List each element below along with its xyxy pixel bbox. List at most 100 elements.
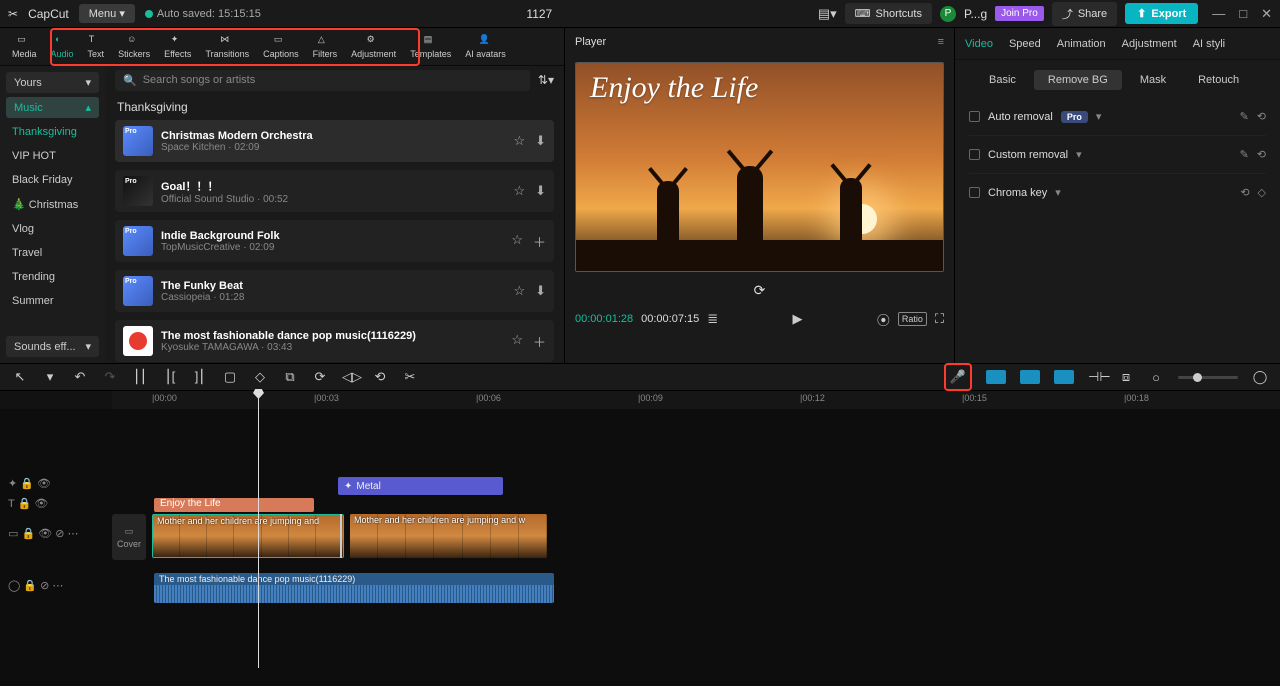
- sidebar-item[interactable]: Black Friday: [0, 168, 105, 192]
- clip-audio[interactable]: The most fashionable dance pop music(111…: [154, 573, 554, 603]
- download-icon[interactable]: ＋: [533, 232, 546, 251]
- sidebar-item[interactable]: Thanksgiving: [0, 120, 105, 144]
- clip-text[interactable]: Enjoy the Life: [154, 498, 314, 512]
- download-icon[interactable]: ＋: [533, 332, 546, 351]
- clip-split-handle[interactable]: [340, 514, 342, 558]
- playhead[interactable]: [258, 390, 259, 668]
- song-row[interactable]: The most fashionable dance pop music(111…: [115, 320, 554, 362]
- edit-icon[interactable]: ✎: [1240, 148, 1249, 161]
- clip-tool-2[interactable]: [1020, 370, 1040, 384]
- song-row[interactable]: Pro Indie Background Folk TopMusicCreati…: [115, 220, 554, 262]
- crop-icon[interactable]: ✂: [402, 369, 418, 385]
- track-gutter-text[interactable]: T 🔒 👁: [0, 497, 112, 510]
- right-tab[interactable]: Speed: [1009, 38, 1041, 50]
- clip-video-1[interactable]: Mother and her children are jumping and: [152, 514, 344, 558]
- clip-video-2[interactable]: Mother and her children are jumping and …: [350, 514, 547, 558]
- clip-tool-3[interactable]: [1054, 370, 1074, 384]
- sidebar-pill-music[interactable]: Music▴: [6, 97, 99, 118]
- song-row[interactable]: Pro The Funky Beat Cassiopeia · 01:28 ☆ …: [115, 270, 554, 312]
- video-preview[interactable]: Enjoy the Life: [575, 62, 944, 272]
- track-gutter-audio[interactable]: ◯ 🔒 ⊘ ⋯: [0, 579, 112, 592]
- undo-icon[interactable]: ↶: [72, 369, 88, 385]
- profile-name[interactable]: P...g: [964, 7, 987, 21]
- split-icon[interactable]: ⎮⎮: [132, 369, 148, 385]
- voiceover-button[interactable]: 🎤: [944, 363, 972, 391]
- sidebar-pill-sounds[interactable]: Sounds eff...▾: [6, 336, 99, 357]
- delete-icon[interactable]: ▢: [222, 369, 238, 385]
- cursor-tool-icon[interactable]: ↖: [12, 369, 28, 385]
- right-tab[interactable]: Video: [965, 38, 993, 50]
- clip-tool-1[interactable]: [986, 370, 1006, 384]
- snapshot-icon[interactable]: ⦿: [877, 310, 890, 329]
- right-tab[interactable]: Animation: [1057, 38, 1106, 50]
- filter-icon[interactable]: ⇅▾: [538, 73, 554, 87]
- favorite-icon[interactable]: ☆: [511, 332, 523, 351]
- play-icon[interactable]: ▶: [793, 311, 803, 327]
- minimize-icon[interactable]: —: [1212, 6, 1225, 21]
- sidebar-item[interactable]: Travel: [0, 241, 105, 265]
- export-button[interactable]: ⬆ Export: [1125, 3, 1198, 24]
- layout-icon[interactable]: ▤▾: [818, 6, 837, 22]
- zoom-out-icon[interactable]: ○: [1148, 370, 1164, 385]
- tool-tab-adjustment[interactable]: ⚙Adjustment: [345, 32, 402, 61]
- link-icon[interactable]: ⧈: [1118, 369, 1134, 385]
- favorite-icon[interactable]: ☆: [513, 283, 525, 299]
- download-icon[interactable]: ⬇: [535, 133, 546, 149]
- tool-tab-text[interactable]: TText: [82, 32, 111, 61]
- download-icon[interactable]: ⬇: [535, 183, 546, 199]
- track-gutter-video[interactable]: ▭ 🔒 👁 ⊘ ⋯: [0, 527, 112, 540]
- sidebar-item[interactable]: VIP HOT: [0, 144, 105, 168]
- sub-tab[interactable]: Basic: [975, 70, 1030, 90]
- right-tab[interactable]: AI styli: [1193, 38, 1225, 50]
- tool-tab-effects[interactable]: ✦Effects: [158, 32, 197, 61]
- cover-button[interactable]: ▭Cover: [112, 514, 146, 560]
- song-row[interactable]: Pro Christmas Modern Orchestra Space Kit…: [115, 120, 554, 162]
- search-input[interactable]: 🔍 Search songs or artists: [115, 70, 530, 91]
- mirror-icon[interactable]: ◁▷: [342, 369, 358, 385]
- document-title[interactable]: 1127: [271, 7, 808, 21]
- rotate-icon[interactable]: ⟲: [372, 369, 388, 385]
- menu-button[interactable]: Menu ▾: [79, 4, 135, 23]
- shortcuts-button[interactable]: ⌨ Shortcuts: [845, 3, 932, 24]
- share-button[interactable]: ⤴ Share: [1052, 2, 1117, 26]
- tool-tab-captions[interactable]: ▭Captions: [257, 32, 305, 61]
- magnet-icon[interactable]: ⊣⊢: [1088, 369, 1104, 385]
- tool-tab-transitions[interactable]: ⋈Transitions: [199, 32, 255, 61]
- player-menu-icon[interactable]: ≡: [938, 36, 944, 48]
- tool-tab-avatars[interactable]: 👤AI avatars: [459, 32, 512, 61]
- tool-tab-filters[interactable]: △Filters: [307, 32, 344, 61]
- sidebar-item[interactable]: Trending: [0, 265, 105, 289]
- sidebar-pill-yours[interactable]: Yours▾: [6, 72, 99, 93]
- sub-tab[interactable]: Mask: [1126, 70, 1180, 90]
- speed-icon[interactable]: ⟳: [312, 369, 328, 385]
- redo-icon[interactable]: ↷: [102, 369, 118, 385]
- time-ruler[interactable]: |00:00|00:03|00:06|00:09|00:12|00:15|00:…: [112, 391, 1280, 409]
- sub-tab[interactable]: Remove BG: [1034, 70, 1122, 90]
- edit-icon[interactable]: ✎: [1240, 110, 1249, 123]
- copy-icon[interactable]: ⧉: [282, 369, 298, 385]
- ratio-button[interactable]: Ratio: [898, 312, 927, 326]
- download-icon[interactable]: ⬇: [535, 283, 546, 299]
- sidebar-item[interactable]: Vlog: [0, 217, 105, 241]
- fullscreen-icon[interactable]: ⛶: [935, 311, 944, 327]
- join-pro-button[interactable]: Join Pro: [995, 6, 1044, 21]
- reset-icon[interactable]: ⟲: [1257, 110, 1266, 123]
- mark-icon[interactable]: ◇: [252, 369, 268, 385]
- right-tab[interactable]: Adjustment: [1122, 38, 1177, 50]
- tool-tab-audio[interactable]: ◐Audio: [45, 32, 80, 61]
- favorite-icon[interactable]: ☆: [513, 133, 525, 149]
- tool-tab-stickers[interactable]: ☺Stickers: [112, 32, 156, 61]
- cursor-dropdown-icon[interactable]: ▾: [42, 369, 58, 385]
- prop-chroma-key[interactable]: Chroma key▾ ⟲◇: [955, 176, 1280, 209]
- song-row[interactable]: Pro Goal！！！ Official Sound Studio · 00:5…: [115, 170, 554, 212]
- favorite-icon[interactable]: ☆: [513, 183, 525, 199]
- sub-tab[interactable]: Retouch: [1184, 70, 1253, 90]
- track-gutter-fx[interactable]: ✦ 🔒 👁: [0, 477, 112, 490]
- profile-avatar[interactable]: P: [940, 6, 956, 22]
- zoom-slider[interactable]: [1178, 376, 1238, 379]
- trim-right-icon[interactable]: ]⎮: [192, 369, 208, 385]
- close-icon[interactable]: ✕: [1261, 6, 1272, 22]
- sidebar-item[interactable]: Summer: [0, 289, 105, 313]
- reset-icon[interactable]: ⟲: [1240, 186, 1249, 199]
- prop-custom-removal[interactable]: Custom removal▾ ✎⟲: [955, 138, 1280, 171]
